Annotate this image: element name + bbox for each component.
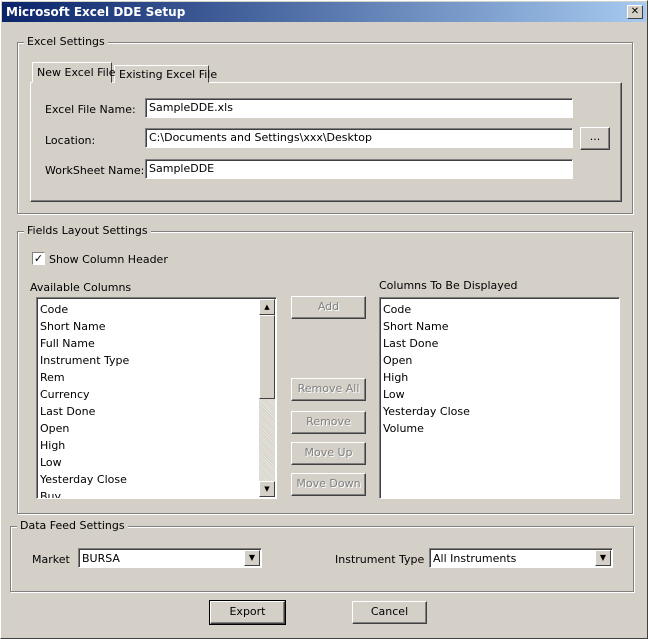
list-item[interactable]: High	[40, 437, 256, 454]
title-bar[interactable]: Microsoft Excel DDE Setup ✕	[2, 2, 646, 22]
worksheet-label: WorkSheet Name:	[45, 164, 145, 177]
location-label: Location:	[45, 134, 96, 147]
list-item[interactable]: Last Done	[40, 403, 256, 420]
browse-button[interactable]: ...	[580, 127, 610, 150]
export-button[interactable]: Export	[209, 600, 286, 625]
data-feed-group: Data Feed Settings Market BURSA ▼ Instru…	[10, 519, 634, 592]
scroll-down-button[interactable]: ▼	[259, 481, 275, 497]
list-item[interactable]: Code	[383, 301, 616, 318]
instrument-type-select[interactable]: All Instruments ▼	[429, 548, 613, 568]
list-item[interactable]: Open	[383, 352, 616, 369]
scroll-down-icon: ▼	[264, 485, 270, 493]
file-name-label: Excel File Name:	[45, 103, 136, 116]
checkmark-icon: ✓	[33, 252, 44, 265]
list-item[interactable]: High	[383, 369, 616, 386]
tab-new-excel-file-label: New Excel File	[37, 66, 116, 79]
move-down-button[interactable]: Move Down	[291, 473, 366, 496]
close-icon: ✕	[630, 6, 640, 17]
tab-existing-excel-file[interactable]: Existing Excel File	[114, 65, 217, 83]
cancel-button[interactable]: Cancel	[352, 601, 427, 624]
remove-button[interactable]: Remove	[291, 411, 366, 434]
list-item[interactable]: Last Done	[383, 335, 616, 352]
show-column-header-label: Show Column Header	[49, 253, 168, 266]
available-columns-scrollbar[interactable]: ▲ ▼	[259, 299, 275, 497]
tab-new-excel-file[interactable]: New Excel File	[32, 62, 116, 83]
list-item[interactable]: Volume	[383, 420, 616, 437]
available-columns-label: Available Columns	[30, 281, 132, 294]
tab-existing-excel-file-label: Existing Excel File	[119, 68, 218, 81]
list-item[interactable]: Yesterday Close	[40, 471, 256, 488]
columns-displayed-label: Columns To Be Displayed	[379, 279, 518, 292]
available-items: Code Short Name Full Name Instrument Type Re…	[40, 301, 256, 498]
market-label: Market	[32, 553, 70, 566]
instrument-type-value: All Instruments	[433, 552, 517, 565]
excel-settings-group: Excel Settings New Excel File Existing E…	[17, 35, 633, 214]
list-item[interactable]: Yesterday Close	[383, 403, 616, 420]
instrument-type-label: Instrument Type	[335, 553, 425, 566]
market-dropdown-button[interactable]: ▼	[244, 550, 260, 566]
market-select[interactable]: BURSA ▼	[78, 548, 262, 568]
available-columns-list[interactable]: Code Short Name Full Name Instrument Type Re…	[36, 297, 277, 499]
move-up-button[interactable]: Move Up	[291, 442, 366, 465]
chevron-down-icon: ▼	[599, 553, 607, 562]
list-item[interactable]: Short Name	[40, 318, 256, 335]
list-item[interactable]: Instrument Type	[40, 352, 256, 369]
show-column-header-checkbox[interactable]: ✓	[32, 252, 45, 265]
worksheet-field[interactable]: SampleDDE	[145, 159, 573, 179]
data-feed-legend: Data Feed Settings	[17, 519, 128, 532]
displayed-items: Code Short Name Last Done Open High Low Yester…	[383, 301, 616, 437]
file-name-field[interactable]: SampleDDE.xls	[145, 98, 573, 118]
fields-layout-group: Fields Layout Settings ✓ Show Column Hea…	[17, 224, 633, 514]
chevron-down-icon: ▼	[248, 553, 256, 562]
remove-all-button[interactable]: Remove All	[291, 378, 366, 401]
list-item[interactable]: Rem	[40, 369, 256, 386]
scroll-up-button[interactable]: ▲	[259, 299, 275, 315]
columns-displayed-list[interactable]: Code Short Name Last Done Open High Low Yester…	[379, 297, 620, 499]
list-item[interactable]: Full Name	[40, 335, 256, 352]
list-item[interactable]: Low	[40, 454, 256, 471]
list-item[interactable]: Short Name	[383, 318, 616, 335]
scroll-up-icon: ▲	[264, 303, 270, 311]
market-value: BURSA	[82, 552, 120, 565]
scroll-thumb[interactable]	[259, 315, 275, 399]
location-field[interactable]: C:\Documents and Settings\xxx\Desktop	[145, 128, 573, 148]
window-title: Microsoft Excel DDE Setup	[6, 5, 186, 19]
instrument-type-dropdown-button[interactable]: ▼	[595, 550, 611, 566]
add-button[interactable]: Add	[291, 296, 366, 319]
list-item[interactable]: Open	[40, 420, 256, 437]
list-item[interactable]: Buy	[40, 488, 256, 498]
list-item[interactable]: Code	[40, 301, 256, 318]
excel-settings-legend: Excel Settings	[24, 35, 108, 48]
close-button[interactable]: ✕	[627, 5, 643, 19]
fields-layout-legend: Fields Layout Settings	[24, 224, 151, 237]
list-item[interactable]: Currency	[40, 386, 256, 403]
list-item[interactable]: Low	[383, 386, 616, 403]
dde-setup-dialog: Microsoft Excel DDE Setup ✕ Excel Settin…	[0, 0, 648, 639]
